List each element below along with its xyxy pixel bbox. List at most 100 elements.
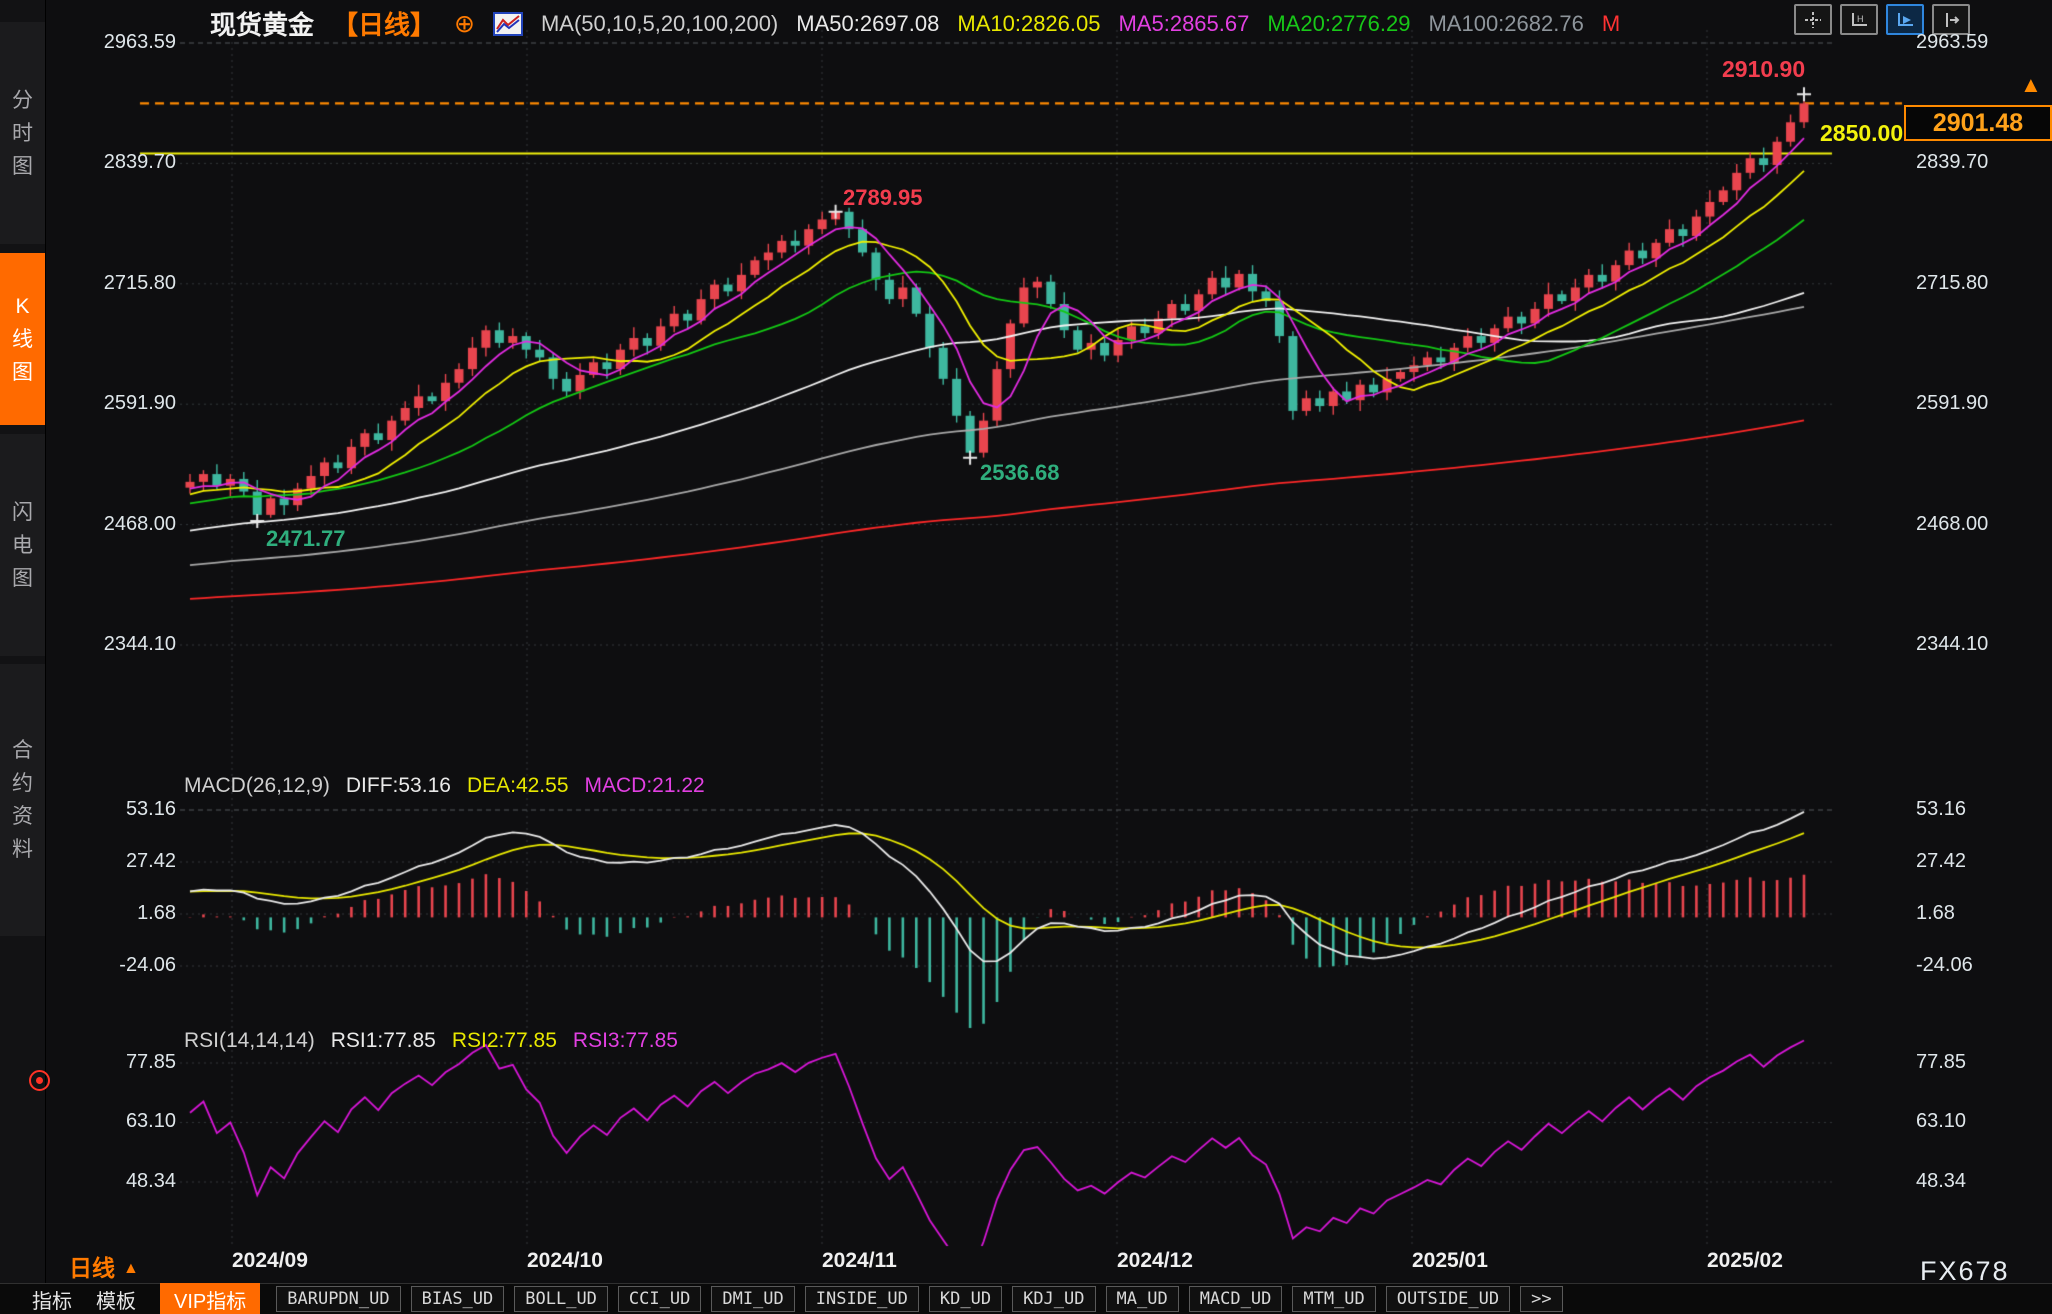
date-axis-label: 2024/09: [232, 1249, 308, 1273]
sidebar-item-char: 电: [12, 535, 33, 556]
rsi-axis-label-right: 63.10: [1916, 1110, 2052, 1133]
ma200-value-truncated: M: [1602, 11, 1620, 37]
swing-low1-label: 2471.77: [266, 526, 346, 552]
sidebar-item-1[interactable]: 分时图: [0, 22, 45, 244]
tab-ma_ud[interactable]: MA_UD: [1106, 1286, 1179, 1312]
tab-outside_ud[interactable]: OUTSIDE_UD: [1386, 1286, 1510, 1312]
macd-axis-label-right: 27.42: [1916, 850, 2052, 873]
ma5-value: MA5:2865.67: [1118, 11, 1249, 37]
date-axis-label: 2025/01: [1412, 1249, 1488, 1273]
price-axis-label-left: 2344.10: [60, 633, 176, 656]
price-axis-label-left: 2468.00: [60, 513, 176, 536]
date-axis-label: 2024/12: [1117, 1249, 1193, 1273]
tab-cci_ud[interactable]: CCI_UD: [618, 1286, 701, 1312]
price-axis-label-left: 2591.90: [60, 392, 176, 415]
rsi-axis-label-right: 77.85: [1916, 1051, 2052, 1074]
rsi2-value: RSI2:77.85: [452, 1029, 557, 1053]
ma-settings: MA(50,10,5,20,100,200): [541, 11, 778, 37]
tab-模板[interactable]: 模板: [96, 1285, 136, 1314]
tab->>[interactable]: >>: [1520, 1286, 1562, 1312]
price-axis-label-right: 2591.90: [1916, 392, 2052, 415]
symbol-title: 现货黄金: [210, 5, 314, 42]
sidebar-item-char: 约: [12, 773, 33, 794]
dea-value: DEA:42.55: [467, 774, 569, 798]
tab-dmi_ud[interactable]: DMI_UD: [711, 1286, 794, 1312]
rsi1-value: RSI1:77.85: [331, 1029, 436, 1053]
price-axis-label-left: 2963.59: [60, 31, 176, 54]
sidebar-item-char: 图: [12, 568, 33, 589]
macd-value: MACD:21.22: [585, 774, 705, 798]
date-axis-label: 2024/11: [822, 1249, 897, 1273]
tab-bias_ud[interactable]: BIAS_UD: [411, 1286, 505, 1312]
tab-barupdn_ud[interactable]: BARUPDN_UD: [276, 1286, 400, 1312]
peak-price-label: 2789.95: [843, 185, 923, 211]
chart-application: 分时图K线图闪电图合约资料 现货黄金 【日线】 ⊕ MA(50,10,5,20,…: [0, 0, 2052, 1314]
date-axis-label: 2025/02: [1707, 1249, 1783, 1273]
sidebar-item-char: 分: [12, 90, 33, 111]
horizontal-scale-icon[interactable]: H: [1840, 4, 1878, 35]
sidebar-item-4[interactable]: 合约资料: [0, 664, 45, 936]
price-axis-label-right: 2839.70: [1916, 151, 2052, 174]
pan-crosshair-icon[interactable]: [1794, 4, 1832, 35]
sidebar-item-char: 闪: [12, 502, 33, 523]
swing-low2-label: 2536.68: [980, 460, 1060, 486]
price-axis-label-left: 2839.70: [60, 151, 176, 174]
price-axis-label-left: 2715.80: [60, 272, 176, 295]
tab-inside_ud[interactable]: INSIDE_UD: [805, 1286, 919, 1312]
macd-axis-label-left: 53.16: [60, 798, 176, 821]
macd-axis-label-right: 53.16: [1916, 798, 2052, 821]
swing-high-label: 2910.90: [1722, 56, 1805, 83]
macd-axis-label-right: -24.06: [1916, 954, 2052, 977]
svg-text:H: H: [1857, 14, 1864, 24]
tab-boll_ud[interactable]: BOLL_UD: [514, 1286, 608, 1312]
ma50-value: MA50:2697.08: [796, 11, 939, 37]
chart-header: 现货黄金 【日线】 ⊕ MA(50,10,5,20,100,200) MA50:…: [210, 5, 1620, 42]
add-compare-icon[interactable]: ⊕: [454, 9, 475, 39]
sidebar-item-char: 图: [12, 156, 33, 177]
diff-value: DIFF:53.16: [346, 774, 451, 798]
macd-axis-label-right: 1.68: [1916, 902, 2052, 925]
price-axis-label-right: 2963.59: [1916, 31, 2052, 54]
sidebar-item-2[interactable]: K线图: [0, 253, 45, 425]
chart-style-icon[interactable]: [493, 12, 523, 36]
price-axis-label-right: 2468.00: [1916, 513, 2052, 536]
sidebar-item-char: 线: [12, 329, 33, 350]
sidebar-item-3[interactable]: 闪电图: [0, 434, 45, 656]
tab-指标[interactable]: 指标: [32, 1285, 72, 1314]
sidebar-item-char: 料: [12, 839, 33, 860]
timeframe-arrow-icon: ▲: [123, 1260, 139, 1277]
indicator-tab-bar: 指标模板 VIP指标 BARUPDN_UD BIAS_UD BOLL_UD CCI_UD D…: [0, 1283, 2052, 1314]
ma100-value: MA100:2682.76: [1428, 11, 1583, 37]
rsi-axis-label-left: 77.85: [60, 1051, 176, 1074]
tab-kdj_ud[interactable]: KDJ_UD: [1012, 1286, 1095, 1312]
tab-macd_ud[interactable]: MACD_UD: [1189, 1286, 1283, 1312]
chart-canvas[interactable]: [0, 0, 2052, 1314]
sidebar: 分时图K线图闪电图合约资料: [0, 0, 46, 1314]
sidebar-item-char: 合: [12, 740, 33, 761]
timeframe-selector[interactable]: 日线▲: [69, 1249, 139, 1283]
resistance-price-label: 2850.00: [1820, 120, 1903, 147]
rsi-axis-label-left: 63.10: [60, 1110, 176, 1133]
macd-axis-label-left: 27.42: [60, 850, 176, 873]
rsi-axis-label-right: 48.34: [1916, 1170, 2052, 1193]
ma10-value: MA10:2826.05: [957, 11, 1100, 37]
tab-kd_ud[interactable]: KD_UD: [929, 1286, 1002, 1312]
macd-title: MACD(26,12,9): [184, 774, 330, 798]
rsi-title: RSI(14,14,14): [184, 1029, 315, 1053]
period-tag[interactable]: 【日线】: [332, 5, 436, 42]
price-axis-label-right: 2344.10: [1916, 633, 2052, 656]
macd-axis-label-left: -24.06: [60, 954, 176, 977]
ma20-value: MA20:2776.29: [1267, 11, 1410, 37]
tab-vip指标[interactable]: VIP指标: [160, 1283, 260, 1314]
macd-header: MACD(26,12,9) DIFF:53.16 DEA:42.55 MACD:…: [184, 774, 705, 798]
indicator-dot-icon[interactable]: [29, 1070, 50, 1091]
rsi-header: RSI(14,14,14) RSI1:77.85 RSI2:77.85 RSI3…: [184, 1029, 678, 1053]
tab-mtm_ud[interactable]: MTM_UD: [1292, 1286, 1375, 1312]
rsi3-value: RSI3:77.85: [573, 1029, 678, 1053]
sidebar-item-char: 资: [12, 806, 33, 827]
current-price-box[interactable]: 2901.48: [1904, 105, 2052, 141]
price-axis-label-right: 2715.80: [1916, 272, 2052, 295]
price-up-arrow-icon: ▲: [2020, 72, 2042, 98]
date-axis-label: 2024/10: [527, 1249, 603, 1273]
macd-axis-label-left: 1.68: [60, 902, 176, 925]
